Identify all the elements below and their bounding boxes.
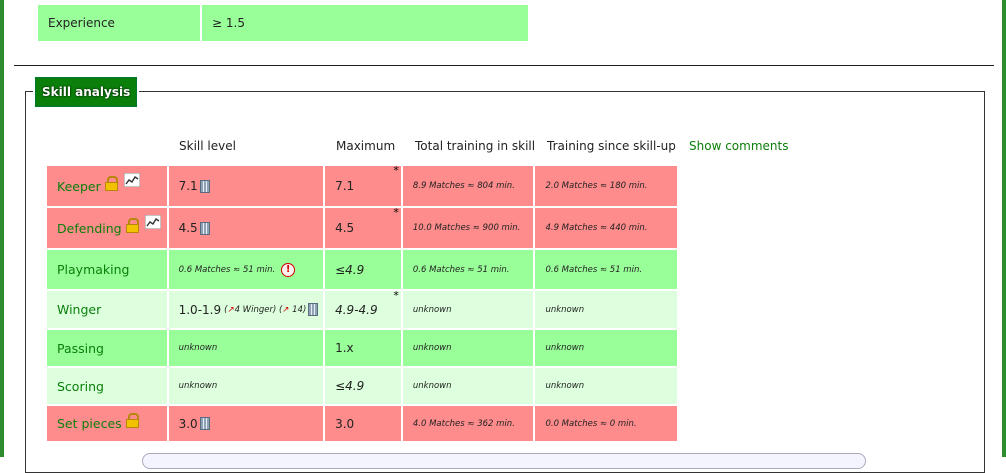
calculator-icon[interactable]	[199, 417, 210, 430]
skill-row-scoring: Scoring unknown ≤4.9 unknown unknown	[47, 368, 677, 404]
skill-row-passing: Passing unknown 1.x unknown unknown	[47, 330, 677, 366]
page-frame-right	[1002, 0, 1006, 457]
training-since: unknown	[545, 343, 585, 353]
skill-name[interactable]: Defending	[57, 221, 122, 236]
star-marker: *	[393, 206, 399, 219]
skill-maximum: ≤4.9	[335, 262, 365, 277]
skill-row-keeper: Keeper 7.1 7.1 * 8.9 Matches ≈ 804 min. …	[47, 164, 677, 206]
skill-level: unknown	[178, 381, 218, 391]
skill-level: 4.5	[178, 221, 198, 235]
training-since: 0.0 Matches ≈ 0 min.	[545, 418, 637, 429]
trend-up-icon: ↗	[282, 304, 290, 315]
skill-name[interactable]: Playmaking	[57, 262, 129, 277]
calculator-icon[interactable]	[199, 221, 210, 235]
trend-up-icon: ↗	[227, 304, 235, 315]
star-marker: *	[393, 289, 399, 302]
total-training: 10.0 Matches ≈ 900 min.	[412, 223, 521, 233]
skill-maximum: 3.0	[335, 416, 355, 431]
header-maximum: Maximum	[336, 139, 396, 153]
training-since: 0.6 Matches ≈ 51 min.	[545, 264, 643, 275]
level-note: (↗4 Winger) (↗ 14)	[224, 304, 307, 315]
skill-level: 3.0	[178, 416, 198, 431]
skill-maximum: ≤4.9	[335, 379, 365, 393]
lock-icon	[104, 175, 118, 192]
skill-maximum: 7.1	[335, 179, 355, 193]
total-training: 4.0 Matches ≈ 362 min.	[412, 418, 515, 429]
total-training: 8.9 Matches ≈ 804 min.	[412, 181, 515, 191]
skill-name[interactable]: Keeper	[57, 179, 101, 194]
skill-name[interactable]: Scoring	[57, 379, 104, 394]
training-since: unknown	[545, 381, 585, 391]
header-skill-level: Skill level	[179, 139, 236, 153]
bottom-panel-edge	[142, 453, 866, 469]
chart-icon[interactable]	[123, 173, 140, 187]
skill-row-playmaking: Playmaking 0.6 Matches ≈ 51 min. ! ≤4.9 …	[47, 250, 677, 289]
skill-row-set-pieces: Set pieces 3.0 3.0 4.0 Matches ≈ 362 min…	[47, 406, 677, 441]
training-since: 2.0 Matches ≈ 180 min.	[545, 181, 648, 191]
calculator-icon[interactable]	[308, 303, 319, 316]
skill-row-defending: Defending 4.5 4.5 * 10.0 Matches ≈ 900 m…	[47, 206, 677, 248]
training-since: unknown	[545, 304, 585, 315]
skill-name[interactable]: Winger	[57, 302, 101, 317]
skill-name[interactable]: Passing	[57, 341, 104, 356]
page-frame-left	[0, 0, 4, 457]
skill-row-winger: Winger 1.0-1.9 (↗4 Winger) (↗ 14) 4.9-4.…	[47, 289, 677, 328]
skill-level: 0.6 Matches ≈ 51 min.	[178, 264, 276, 275]
skill-level: unknown	[178, 343, 218, 353]
header-training-since: Training since skill-up	[547, 139, 676, 153]
experience-row: Experience ≥ 1.5	[38, 5, 528, 41]
header-total-training: Total training in skill	[415, 139, 536, 153]
star-marker: *	[393, 164, 399, 177]
chart-icon[interactable]	[144, 215, 161, 229]
training-since: 4.9 Matches ≈ 440 min.	[545, 223, 648, 233]
skill-name[interactable]: Set pieces	[57, 416, 122, 431]
calculator-icon[interactable]	[199, 179, 210, 193]
skill-level: 7.1	[178, 179, 198, 193]
skill-maximum: 1.x	[335, 341, 354, 355]
warning-icon[interactable]: !	[281, 262, 296, 277]
total-training: 0.6 Matches ≈ 51 min.	[412, 264, 510, 275]
total-training: unknown	[412, 343, 452, 353]
lock-icon	[125, 413, 139, 429]
skill-maximum: 4.9-4.9	[335, 302, 378, 317]
experience-label: Experience	[38, 5, 200, 41]
skill-analysis-legend: Skill analysis	[35, 77, 138, 107]
lock-icon	[125, 217, 139, 234]
skill-maximum: 4.5	[335, 221, 355, 235]
skill-level: 1.0-1.9	[178, 302, 222, 317]
experience-value: ≥ 1.5	[202, 5, 528, 41]
total-training: unknown	[412, 381, 452, 391]
divider	[14, 65, 994, 66]
show-comments-link[interactable]: Show comments	[689, 138, 788, 154]
total-training: unknown	[412, 304, 452, 315]
